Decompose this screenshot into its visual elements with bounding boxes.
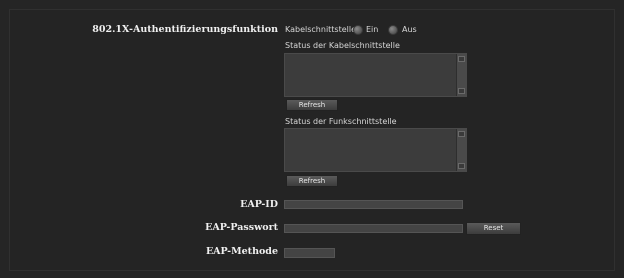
- wired-status-scrollbar[interactable]: [456, 54, 466, 96]
- wired-refresh-button[interactable]: Refresh: [286, 99, 338, 111]
- eap-method-label: EAP-Methode: [205, 246, 278, 257]
- wireless-status-label: Status der Funkschnittstelle: [285, 117, 397, 126]
- wireless-status-scrollbar[interactable]: [456, 129, 466, 171]
- radio-on-label: Ein: [366, 25, 379, 34]
- scroll-up-icon[interactable]: [458, 56, 465, 62]
- wired-status-box: [284, 53, 467, 97]
- radio-on[interactable]: [353, 25, 363, 35]
- scroll-down-icon[interactable]: [458, 88, 465, 94]
- wired-status-label: Status der Kabelschnittstelle: [285, 41, 400, 50]
- eap-password-reset-button[interactable]: Reset: [466, 222, 521, 235]
- radio-off-label: Aus: [402, 25, 417, 34]
- interface-label: Kabelschnittstelle: [285, 25, 357, 34]
- eap-id-label: EAP-ID: [240, 199, 278, 210]
- wireless-status-box: [284, 128, 467, 172]
- auth-function-label: 802.1X-Authentifizierungsfunktion: [92, 24, 278, 35]
- eap-method-select[interactable]: [284, 248, 335, 258]
- scroll-down-icon[interactable]: [458, 163, 465, 169]
- eap-password-label: EAP-Passwort: [205, 222, 278, 233]
- eap-id-input[interactable]: [284, 200, 463, 209]
- eap-password-input[interactable]: [284, 224, 463, 233]
- wireless-refresh-button[interactable]: Refresh: [286, 175, 338, 187]
- radio-off[interactable]: [388, 25, 398, 35]
- scroll-up-icon[interactable]: [458, 131, 465, 137]
